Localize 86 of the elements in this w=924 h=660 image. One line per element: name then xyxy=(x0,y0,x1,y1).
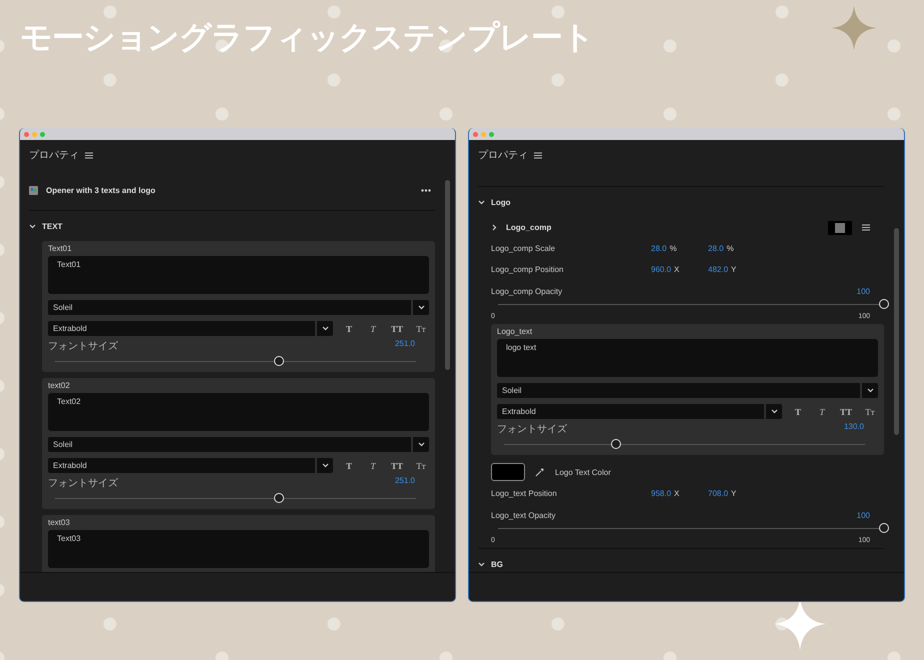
section-title[interactable]: TEXT xyxy=(42,222,62,230)
layer-name: text02 xyxy=(48,381,71,390)
template-icon xyxy=(29,186,38,194)
bold-style-button[interactable]: T xyxy=(790,406,806,416)
text-input[interactable]: logo text xyxy=(497,339,878,377)
smallcaps-style-button[interactable]: Tᴛ xyxy=(862,406,878,416)
text-input[interactable]: Text02 xyxy=(48,393,429,431)
chevron-down-icon[interactable] xyxy=(322,462,328,469)
sparkle-icon xyxy=(832,6,876,50)
chevron-down-icon[interactable] xyxy=(418,304,424,311)
section-title[interactable]: BG xyxy=(491,560,503,568)
font-style-dropdown[interactable]: Extrabold xyxy=(48,458,333,473)
font-dropdown[interactable]: Soleil xyxy=(48,437,429,452)
font-style-dropdown[interactable]: Extrabold xyxy=(48,321,333,336)
slider-thumb[interactable] xyxy=(610,439,621,449)
font-size-label: フォントサイズ xyxy=(48,340,118,353)
layer-name: text03 xyxy=(48,518,71,527)
property-value[interactable]: 960.0 xyxy=(651,265,672,274)
chevron-down-icon[interactable] xyxy=(478,560,485,568)
property-label: Logo_comp Scale xyxy=(491,244,556,253)
chevron-down-icon[interactable] xyxy=(418,441,424,448)
template-name: Opener with 3 texts and logo xyxy=(46,186,156,194)
property-value[interactable]: 100 xyxy=(856,286,870,296)
font-size-label: フォントサイズ xyxy=(48,477,118,490)
font-style-dropdown[interactable]: Extrabold xyxy=(497,404,782,419)
menu-icon[interactable] xyxy=(85,152,93,158)
property-label: Logo Text Color xyxy=(555,468,612,476)
section-title[interactable]: Logo xyxy=(491,198,511,206)
slider-thumb[interactable] xyxy=(274,493,284,503)
thumbnail-icon xyxy=(835,222,845,232)
chevron-down-icon[interactable] xyxy=(29,222,36,230)
property-label: Logo_comp Position xyxy=(491,265,564,274)
comp-name: Logo_comp xyxy=(506,223,552,232)
caps-style-button[interactable]: TT xyxy=(389,460,405,470)
unit-label: Y xyxy=(731,265,736,274)
chevron-down-icon[interactable] xyxy=(322,325,328,332)
bold-style-button[interactable]: T xyxy=(341,460,357,470)
panel-title: プロパティ xyxy=(478,148,528,162)
smallcaps-style-button[interactable]: Tᴛ xyxy=(413,324,429,334)
bold-style-button[interactable]: T xyxy=(341,324,357,334)
caps-style-button[interactable]: TT xyxy=(838,406,854,416)
italic-style-button[interactable]: T xyxy=(814,406,830,416)
property-value[interactable]: 708.0 xyxy=(708,489,728,498)
layer-name: Logo_text xyxy=(497,327,534,336)
eyedropper-icon[interactable] xyxy=(535,467,545,477)
chevron-down-icon[interactable] xyxy=(866,387,874,394)
more-icon[interactable] xyxy=(421,188,431,192)
chevron-down-icon[interactable] xyxy=(478,198,485,206)
font-size-value[interactable]: 251.0 xyxy=(394,339,415,353)
menu-icon[interactable] xyxy=(862,224,870,231)
property-value[interactable]: 958.0 xyxy=(651,489,672,498)
font-size-value[interactable]: 130.0 xyxy=(844,422,864,436)
scrollbar-thumb[interactable] xyxy=(894,228,899,435)
italic-style-button[interactable]: T xyxy=(365,460,381,470)
smallcaps-style-button[interactable]: Tᴛ xyxy=(413,460,429,470)
unit-label: Y xyxy=(731,489,736,498)
scrollbar-thumb[interactable] xyxy=(445,180,450,370)
property-value[interactable]: 482.0 xyxy=(708,265,728,274)
chevron-down-icon[interactable] xyxy=(770,408,778,415)
property-value[interactable]: 28.0 xyxy=(651,244,667,253)
text-input[interactable]: Text03 xyxy=(48,530,429,568)
caps-style-button[interactable]: TT xyxy=(389,324,405,334)
layer-name: Text01 xyxy=(48,244,73,253)
font-size-label: フォントサイズ xyxy=(497,423,567,436)
page-title: モーショングラフィックステンプレート xyxy=(20,17,594,58)
unit-label: X xyxy=(674,265,680,274)
font-dropdown[interactable]: Soleil xyxy=(497,383,878,398)
slider-thumb[interactable] xyxy=(879,523,889,533)
property-value[interactable]: 100 xyxy=(856,510,870,520)
color-swatch[interactable] xyxy=(491,463,525,481)
slider-thumb[interactable] xyxy=(879,299,889,309)
unit-label: % xyxy=(726,244,734,253)
chevron-right-icon[interactable] xyxy=(491,224,498,231)
font-dropdown[interactable]: Soleil xyxy=(48,300,429,315)
slider-thumb[interactable] xyxy=(274,356,284,366)
menu-icon[interactable] xyxy=(534,152,542,158)
property-label: Logo_text Opacity xyxy=(491,510,556,520)
font-size-value[interactable]: 251.0 xyxy=(394,476,415,490)
property-label: Logo_comp Opacity xyxy=(491,286,564,296)
property-label: Logo_text Position xyxy=(491,489,558,498)
property-value[interactable]: 28.0 xyxy=(708,244,724,253)
unit-label: X xyxy=(674,489,680,498)
italic-style-button[interactable]: T xyxy=(365,324,381,334)
unit-label: % xyxy=(670,244,677,253)
panel-title: プロパティ xyxy=(29,148,79,162)
text-input[interactable]: Text01 xyxy=(48,256,429,294)
